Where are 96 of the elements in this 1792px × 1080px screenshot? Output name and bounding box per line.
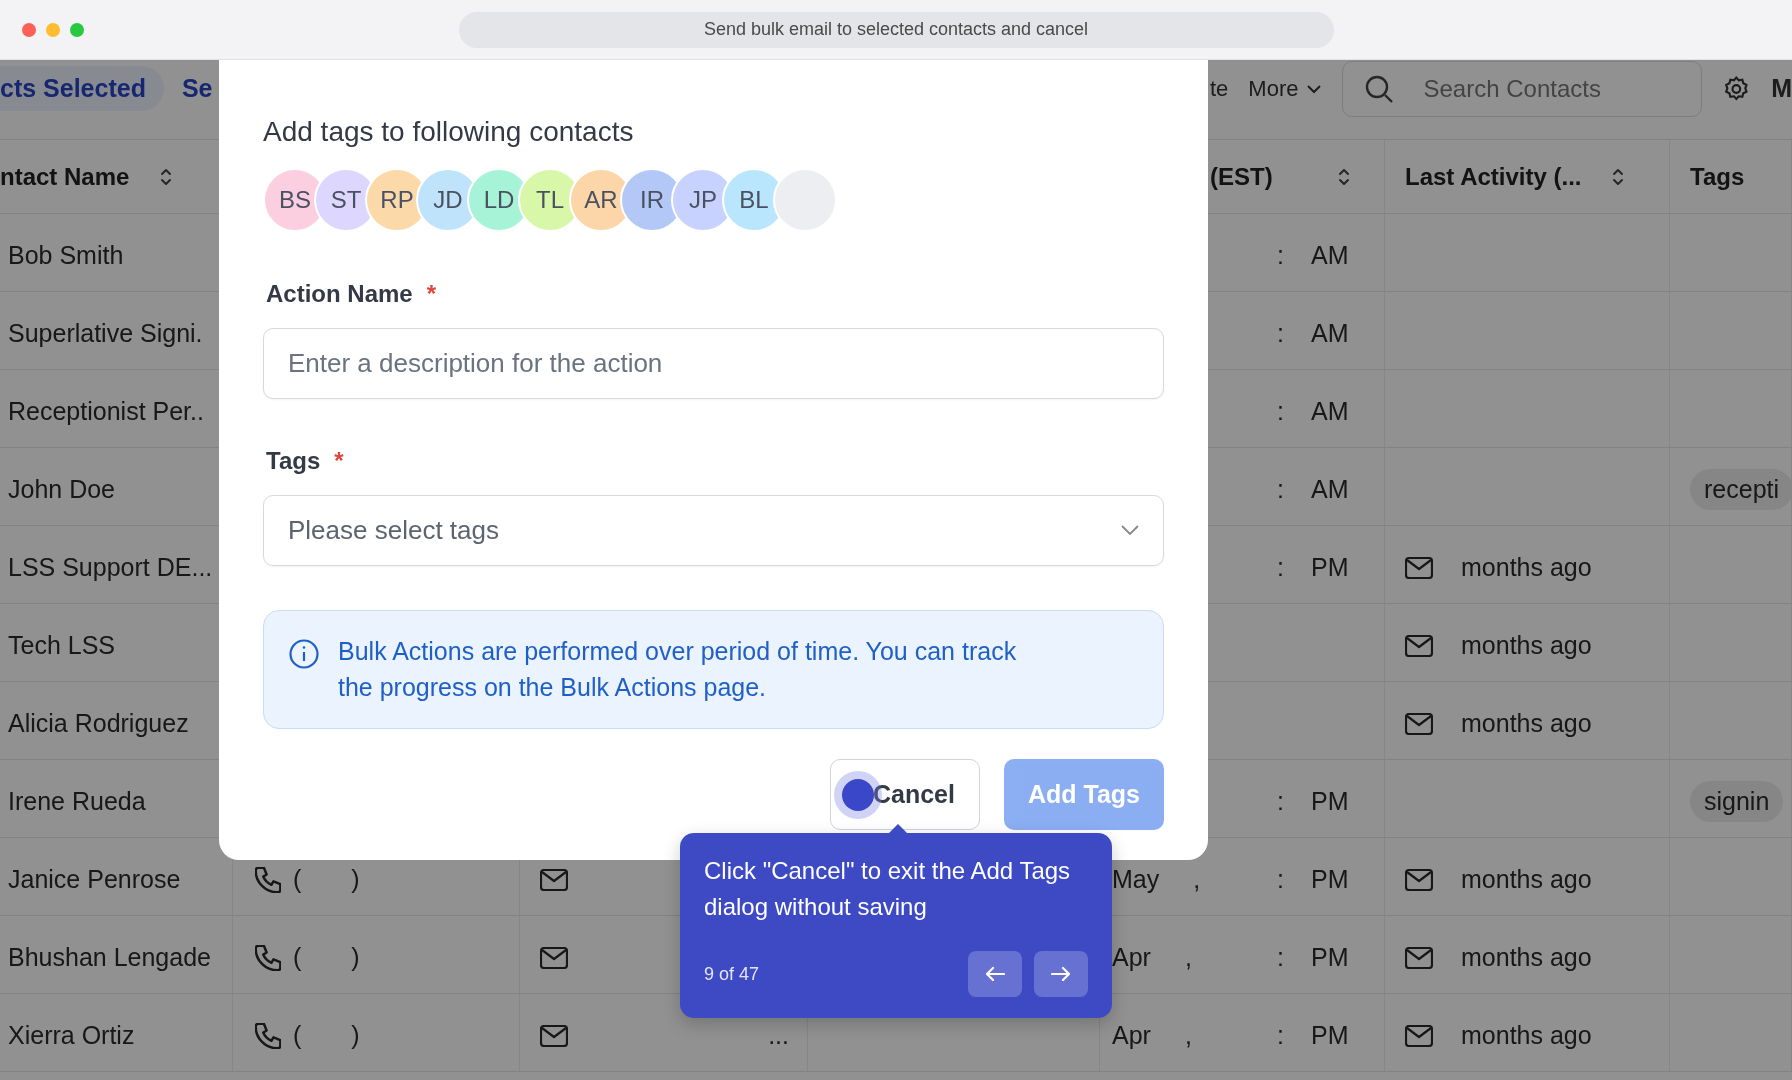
email-address: ... (768, 1021, 789, 1050)
window-title: Send bulk email to selected contacts and cancel (458, 11, 1334, 48)
next-button[interactable] (1034, 951, 1088, 997)
last-activity: months ago (1461, 943, 1592, 972)
mail-icon (1405, 634, 1433, 657)
selection-count[interactable]: cts Selected (0, 66, 164, 111)
contact-name[interactable]: Receptionist Per.. (8, 397, 204, 426)
time-period: AM (1311, 319, 1349, 348)
phone-icon (255, 866, 281, 893)
last-activity: months ago (1461, 553, 1592, 582)
step-counter: 9 of 47 (704, 963, 760, 985)
date-text: , (1193, 865, 1201, 894)
time-period: PM (1311, 1021, 1349, 1050)
field-label: Tags (266, 447, 321, 475)
tooltip-text: Click "Cancel" to exit the Add Tags dialog without saving (704, 856, 1072, 922)
contact-name[interactable]: Alicia Rodriguez (8, 709, 189, 738)
info-text: Bulk Actions are performed over period of time. You can track the progress on the Bulk Actions page. (338, 636, 1018, 704)
date-text: , (1184, 943, 1192, 972)
date-text: Apr (1112, 1021, 1151, 1050)
column-header: ntact Name (0, 162, 130, 191)
phone-number: ) (351, 1021, 360, 1050)
previous-button[interactable] (968, 951, 1022, 997)
search-icon (1364, 73, 1395, 104)
last-activity: months ago (1461, 709, 1592, 738)
time-separator: : (1277, 943, 1285, 972)
time-separator: : (1277, 397, 1285, 426)
chevron-down-icon (1121, 525, 1139, 536)
arrow-right-icon (1051, 966, 1071, 982)
phone-number: ) (351, 943, 360, 972)
contact-name[interactable]: Xierra Ortiz (8, 1021, 135, 1050)
contact-name[interactable]: LSS Support DE... (8, 553, 213, 582)
date-text: , (1184, 1021, 1192, 1050)
contact-name[interactable]: Superlative Signi. (8, 319, 203, 348)
column-header: (EST) (1210, 162, 1273, 191)
mail-icon (1405, 1024, 1433, 1047)
bulk-action-link[interactable]: Se (181, 74, 213, 103)
time-period: AM (1311, 397, 1349, 426)
time-separator: : (1277, 241, 1285, 270)
time-separator: : (1277, 553, 1285, 582)
phone-number: ) (351, 865, 360, 894)
phone-number: ( (293, 1021, 302, 1050)
time-period: PM (1311, 943, 1349, 972)
time-period: PM (1311, 865, 1349, 894)
contact-name[interactable]: Irene Rueda (8, 787, 146, 816)
last-activity: months ago (1461, 865, 1592, 894)
tags-dropdown[interactable]: Please select tags (263, 495, 1164, 566)
sort-icon[interactable] (1336, 166, 1351, 187)
mail-icon (1405, 868, 1433, 891)
phone-number: ( (293, 865, 302, 894)
phone-icon (255, 944, 281, 971)
tag-chip: signin (1690, 781, 1784, 822)
info-icon (288, 638, 320, 670)
mail-icon (540, 868, 568, 891)
time-period: AM (1311, 241, 1349, 270)
mail-icon (540, 1024, 568, 1047)
contact-name[interactable]: Bob Smith (8, 241, 124, 270)
contact-name[interactable]: Janice Penrose (8, 865, 181, 894)
field-label: Action Name (266, 280, 413, 308)
last-activity: months ago (1461, 1021, 1592, 1050)
column-header: Tags (1690, 162, 1745, 191)
toolbar-action[interactable]: te (1210, 75, 1229, 102)
phone-number: ( (293, 943, 302, 972)
arrow-left-icon (985, 966, 1005, 982)
time-separator: : (1277, 865, 1285, 894)
mail-icon (1405, 946, 1433, 969)
more-menu-button[interactable]: More (1248, 75, 1323, 102)
time-separator: : (1277, 1021, 1285, 1050)
contact-name[interactable]: Tech LSS (8, 631, 115, 660)
action-name-field[interactable]: Enter a description for the action (263, 328, 1164, 399)
settings-label[interactable]: M (1771, 74, 1792, 103)
caret-icon (1306, 83, 1323, 94)
mail-icon (540, 946, 568, 969)
mail-icon (1405, 556, 1433, 579)
time-period: PM (1311, 787, 1349, 816)
date-text: Apr (1112, 943, 1151, 972)
search-field[interactable]: Search Contacts (1342, 60, 1703, 117)
time-separator: : (1277, 475, 1285, 504)
tag-chip: recepti (1690, 469, 1791, 510)
time-separator: : (1277, 319, 1285, 348)
dialog-title: Add tags to following contacts (263, 116, 635, 148)
contact-name[interactable]: John Doe (8, 475, 116, 504)
time-separator: : (1277, 787, 1285, 816)
date-text: May (1112, 865, 1160, 894)
column-header: Last Activity (... (1405, 162, 1582, 191)
sort-icon[interactable] (159, 166, 174, 187)
cancel-button[interactable]: Cancel (829, 758, 980, 830)
last-activity: months ago (1461, 631, 1592, 660)
phone-icon (255, 1022, 281, 1049)
required-mark: * (334, 447, 344, 475)
time-period: AM (1311, 475, 1349, 504)
time-period: PM (1311, 553, 1349, 582)
contact-name[interactable]: Bhushan Lengade (8, 943, 211, 972)
required-mark: * (426, 280, 437, 308)
sort-icon[interactable] (1611, 166, 1626, 187)
mail-icon (1405, 712, 1433, 735)
close-window-button[interactable] (22, 22, 36, 37)
